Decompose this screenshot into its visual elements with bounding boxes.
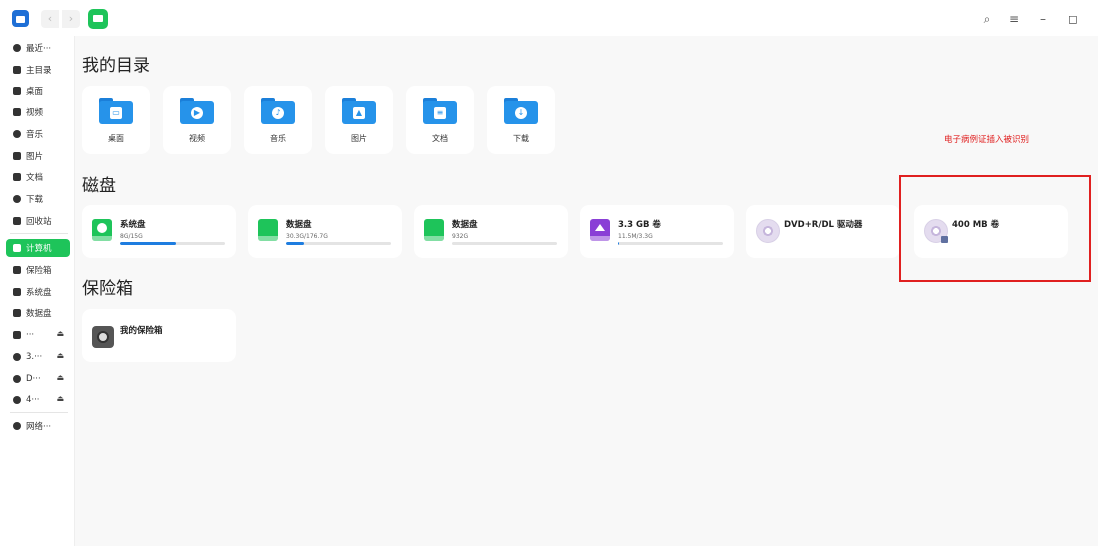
usage-bar — [120, 242, 225, 245]
sidebar-item-recent[interactable]: 最近··· — [6, 39, 70, 57]
eject-icon[interactable]: ⏏ — [56, 351, 64, 360]
disk-card-dvd-drive[interactable]: DVD+R/DL 驱动器 — [746, 205, 900, 258]
usb-icon — [13, 353, 21, 361]
title-bar: ‹ › ⌕ ≡ – ◻ — [0, 0, 1098, 36]
back-button[interactable]: ‹ — [41, 10, 59, 28]
disk-card-data-2[interactable]: 数据盘 932G — [414, 205, 568, 258]
downloads-folder-icon: ↓ — [504, 98, 538, 124]
network-icon — [13, 422, 21, 430]
directory-card-videos[interactable]: ▶ 视频 — [163, 86, 231, 154]
sidebar-item-pictures[interactable]: 图片 — [6, 147, 70, 165]
minimize-button[interactable]: – — [1034, 10, 1052, 28]
sidebar-item-data-disk-2[interactable]: ··· ⏏ — [6, 326, 70, 344]
directory-card-desktop[interactable]: ▭ 桌面 — [82, 86, 150, 154]
section-title-disks: 磁盘 — [82, 176, 116, 196]
data-disk-icon — [258, 219, 278, 241]
music-icon — [13, 130, 21, 138]
sidebar-item-music[interactable]: 音乐 — [6, 125, 70, 143]
app-logo-icon — [12, 10, 29, 27]
sidebar-item-usb-volume[interactable]: 3.··· ⏏ — [6, 348, 70, 366]
sidebar-item-desktop[interactable]: 桌面 — [6, 82, 70, 100]
usage-bar — [452, 242, 557, 245]
disk-icon — [13, 288, 21, 296]
sidebar-item-data-disk[interactable]: 数据盘 — [6, 304, 70, 322]
eject-icon[interactable]: ⏏ — [56, 394, 64, 403]
forward-button[interactable]: › — [62, 10, 80, 28]
video-icon — [13, 108, 21, 116]
vault-card[interactable]: 我的保险箱 — [82, 309, 236, 362]
home-icon — [13, 66, 21, 74]
disk-card-system[interactable]: 系统盘 8G/15G — [82, 205, 236, 258]
trash-icon — [13, 217, 21, 225]
disk-icon — [13, 331, 21, 339]
disk-card-usb-volume[interactable]: 3.3 GB 卷 11.5M/3.3G — [580, 205, 734, 258]
eject-icon[interactable]: ⏏ — [56, 329, 64, 338]
search-icon[interactable]: ⌕ — [978, 10, 996, 28]
directory-card-pictures[interactable]: ▲ 图片 — [325, 86, 393, 154]
video-folder-icon: ▶ — [180, 98, 214, 124]
section-title-vault: 保险箱 — [82, 279, 133, 299]
sidebar-item-system-disk[interactable]: 系统盘 — [6, 283, 70, 301]
download-icon — [13, 195, 21, 203]
sidebar-item-network[interactable]: 网络··· — [6, 417, 70, 435]
computer-icon — [13, 244, 21, 252]
documents-folder-icon: ≡ — [423, 98, 457, 124]
annotation-highlight-box — [899, 175, 1091, 282]
music-folder-icon: ♪ — [261, 98, 295, 124]
sidebar-item-vault[interactable]: 保险箱 — [6, 261, 70, 279]
sidebar-item-downloads[interactable]: 下载 — [6, 190, 70, 208]
eject-icon[interactable]: ⏏ — [56, 373, 64, 382]
sidebar-item-videos[interactable]: 视频 — [6, 103, 70, 121]
sidebar-item-400mb-volume[interactable]: 4··· ⏏ — [6, 391, 70, 409]
maximize-button[interactable]: ◻ — [1064, 10, 1082, 28]
desktop-icon — [13, 87, 21, 95]
menu-icon[interactable]: ≡ — [1005, 10, 1023, 28]
directory-card-downloads[interactable]: ↓ 下载 — [487, 86, 555, 154]
disk-card-data[interactable]: 数据盘 30.3G/176.7G — [248, 205, 402, 258]
annotation-text: 电子病例证插入被识别 — [944, 135, 1030, 145]
sidebar-divider — [10, 233, 68, 234]
directory-card-documents[interactable]: ≡ 文档 — [406, 86, 474, 154]
vault-icon — [13, 266, 21, 274]
sidebar: 最近··· 主目录 桌面 视频 音乐 图片 文档 下载 回收站 计算机 保险箱 … — [0, 36, 75, 546]
directory-card-music[interactable]: ♪ 音乐 — [244, 86, 312, 154]
section-title-directories: 我的目录 — [82, 56, 150, 76]
system-disk-icon — [92, 219, 112, 241]
breadcrumb-computer-icon[interactable] — [88, 9, 108, 29]
document-icon — [13, 173, 21, 181]
dvd-drive-icon — [756, 219, 780, 243]
sidebar-item-home[interactable]: 主目录 — [6, 61, 70, 79]
disc-icon — [13, 396, 21, 404]
usage-bar — [286, 242, 391, 245]
sidebar-divider — [10, 412, 68, 413]
sidebar-item-computer[interactable]: 计算机 — [6, 239, 70, 257]
data-disk-icon — [424, 219, 444, 241]
image-icon — [13, 152, 21, 160]
clock-icon — [13, 44, 21, 52]
usage-bar — [618, 242, 723, 245]
desktop-folder-icon: ▭ — [99, 98, 133, 124]
sidebar-item-documents[interactable]: 文档 — [6, 168, 70, 186]
usb-disk-icon — [590, 219, 610, 241]
disc-icon — [13, 375, 21, 383]
sidebar-item-dvd-drive[interactable]: D··· ⏏ — [6, 370, 70, 388]
pictures-folder-icon: ▲ — [342, 98, 376, 124]
sidebar-item-trash[interactable]: 回收站 — [6, 212, 70, 230]
vault-icon — [92, 326, 114, 348]
disk-icon — [13, 309, 21, 317]
